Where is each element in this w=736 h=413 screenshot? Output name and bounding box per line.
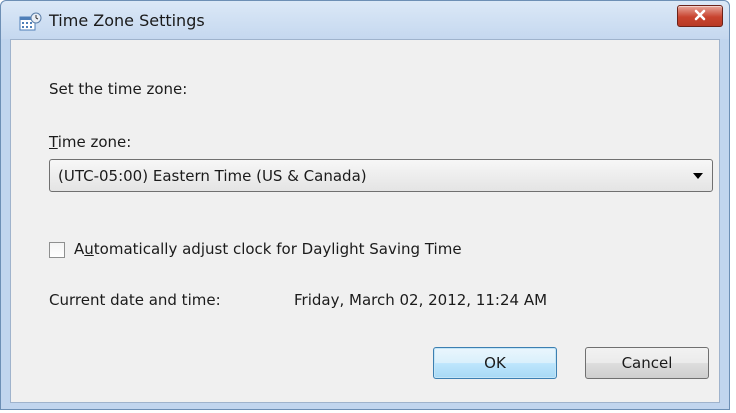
window-title: Time Zone Settings bbox=[49, 11, 205, 30]
ok-button[interactable]: OK bbox=[433, 347, 557, 379]
current-datetime-label: Current date and time: bbox=[49, 291, 221, 309]
time-zone-select[interactable]: (UTC-05:00) Eastern Time (US & Canada) bbox=[49, 159, 713, 192]
current-datetime-value: Friday, March 02, 2012, 11:24 AM bbox=[294, 291, 548, 309]
close-button[interactable] bbox=[677, 5, 723, 27]
calendar-clock-icon bbox=[19, 12, 43, 32]
close-icon bbox=[694, 9, 706, 21]
time-zone-settings-window: Time Zone Settings Set the time zone: Ti… bbox=[0, 0, 730, 410]
time-zone-label: Time zone: bbox=[49, 133, 132, 151]
title-bar[interactable]: Time Zone Settings bbox=[1, 1, 729, 39]
dialog-prompt: Set the time zone: bbox=[49, 80, 188, 98]
chevron-down-icon bbox=[693, 173, 703, 179]
dst-checkbox[interactable] bbox=[49, 242, 65, 258]
cancel-button[interactable]: Cancel bbox=[585, 347, 709, 379]
time-zone-selected-value: (UTC-05:00) Eastern Time (US & Canada) bbox=[58, 167, 367, 185]
dst-checkbox-label[interactable]: Automatically adjust clock for Daylight … bbox=[74, 240, 462, 258]
